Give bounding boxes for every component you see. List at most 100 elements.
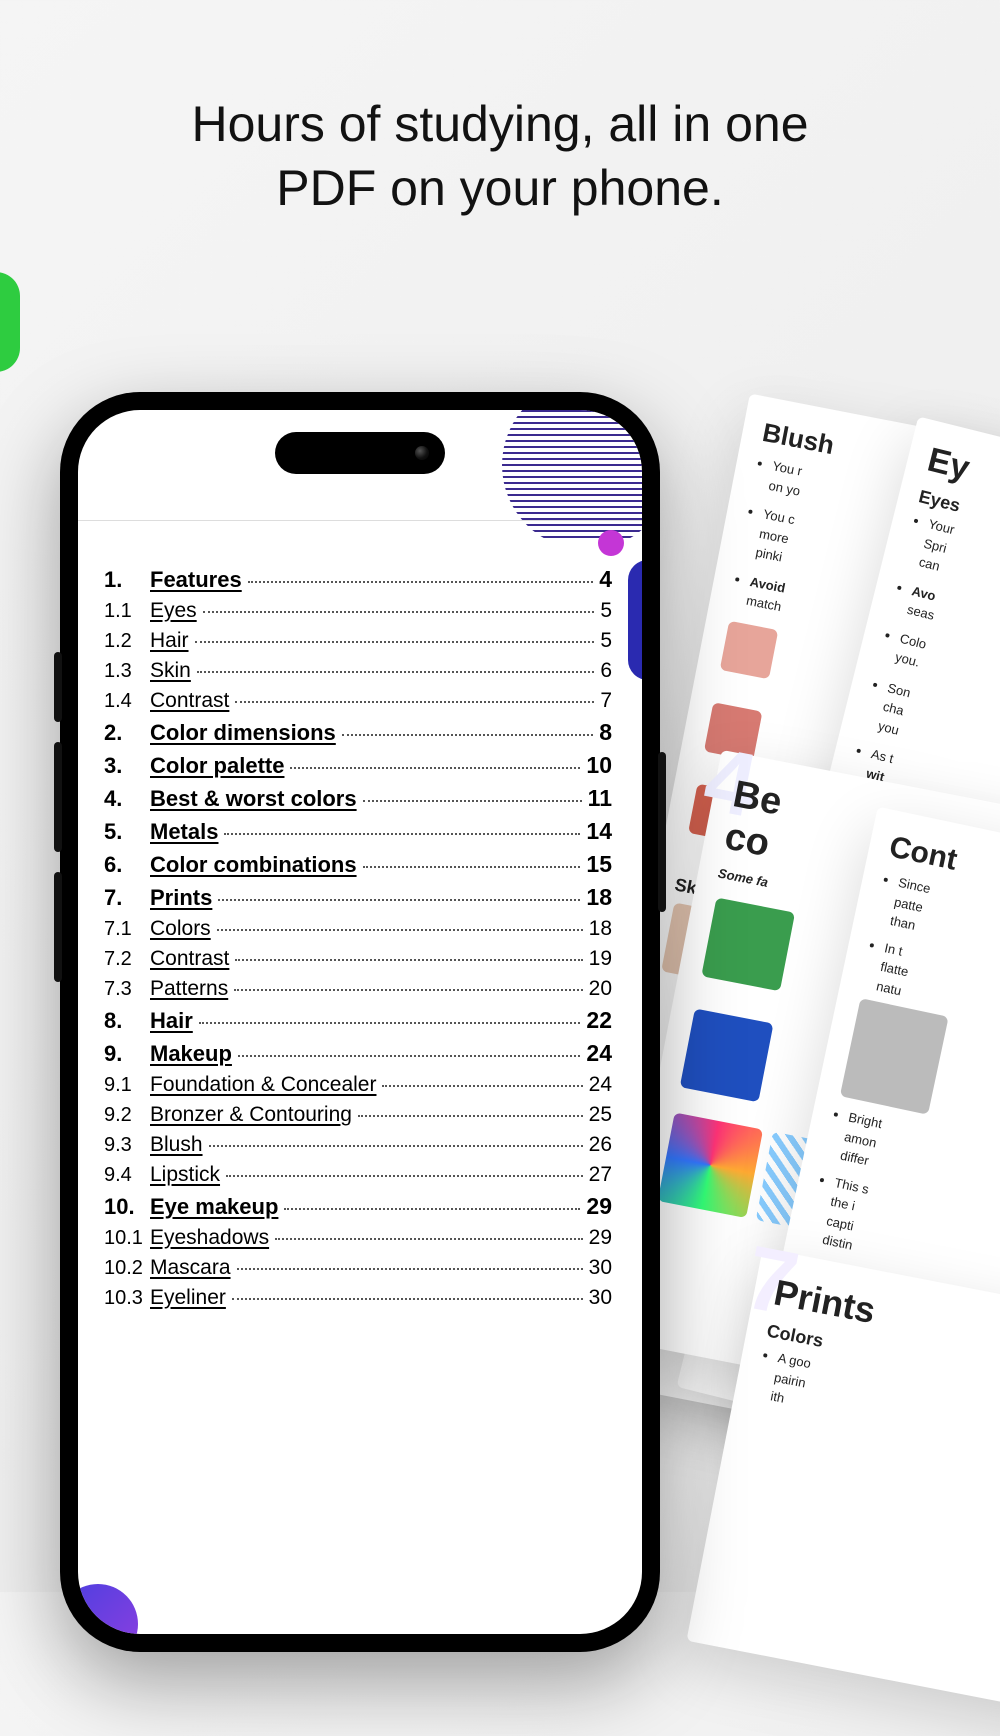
toc-dots [203,611,595,613]
toc-page: 15 [586,851,612,878]
toc-page: 22 [586,1007,612,1034]
decor-dot [598,530,624,556]
toc-label: Color palette [150,753,284,779]
toc-num: 9.1 [104,1074,150,1097]
toc-page: 30 [589,1256,612,1280]
toc-dots [238,1055,580,1057]
toc-row[interactable]: 9.1Foundation & Concealer 24 [104,1073,612,1097]
headline-line2: PDF on your phone. [276,160,724,216]
toc-num: 10.3 [104,1287,150,1310]
toc-num: 10. [104,1194,150,1220]
toc-row[interactable]: 1.Features4 [104,566,612,593]
toc-row[interactable]: 10.Eye makeup 29 [104,1193,612,1220]
toc-dots [235,959,582,961]
toc-num: 9.4 [104,1164,150,1187]
toc-page: 24 [589,1073,612,1097]
toc-label: Color combinations [150,852,357,878]
toc-label: Hair [150,1008,193,1034]
toc-label: Makeup [150,1041,232,1067]
toc-num: 4. [104,786,150,812]
headline-line1: Hours of studying, all in one [191,96,808,152]
green-decor [0,272,20,372]
toc-row[interactable]: 9.3Blush26 [104,1133,612,1157]
toc-num: 2. [104,720,150,746]
toc-label: Eye makeup [150,1194,278,1220]
toc-label: Eyes [150,599,197,623]
toc-row[interactable]: 10.1Eyeshadows29 [104,1226,612,1250]
toc-num: 7.2 [104,948,150,971]
toc-dots [209,1145,583,1147]
toc-row[interactable]: 10.2Mascara30 [104,1256,612,1280]
toc-num: 9.3 [104,1134,150,1157]
toc-row[interactable]: 7.Prints18 [104,884,612,911]
toc-num: 1.4 [104,690,150,713]
toc-label: Colors [150,917,211,941]
toc-page: 25 [589,1103,612,1127]
toc-row[interactable]: 1.2Hair5 [104,629,612,653]
toc-dots [224,833,580,835]
toc-label: Eyeliner [150,1286,226,1310]
toc-dots [358,1115,583,1117]
toc-row[interactable]: 1.3Skin6 [104,659,612,683]
toc-num: 5. [104,819,150,845]
toc-page: 24 [586,1040,612,1067]
toc-page: 5 [600,599,612,623]
toc-dots [234,989,582,991]
toc-row[interactable]: 1.4Contrast7 [104,689,612,713]
toc-page: 11 [588,785,612,812]
toc-num: 1. [104,567,150,593]
toc-row[interactable]: 7.2Contrast19 [104,947,612,971]
toc-num: 7.3 [104,978,150,1001]
toc-page: 20 [589,977,612,1001]
toc-page: 29 [589,1226,612,1250]
toc-num: 9.2 [104,1104,150,1127]
toc-num: 1.1 [104,600,150,623]
toc-row[interactable]: 9.2Bronzer & Contouring25 [104,1103,612,1127]
toc-page: 27 [589,1163,612,1187]
toc-row[interactable]: 7.1Colors18 [104,917,612,941]
decor-blue [628,560,642,680]
toc-row[interactable]: 6.Color combinations 15 [104,851,612,878]
toc-page: 14 [586,818,612,845]
toc-row[interactable]: 1.1Eyes 5 [104,599,612,623]
toc-num: 6. [104,852,150,878]
toc-dots [235,701,594,703]
toc-dots [382,1085,582,1087]
toc-label: Best & worst colors [150,786,357,812]
toc-label: Skin [150,659,191,683]
decor-bottom-left [78,1584,138,1634]
toc-dots [342,734,593,736]
phone-mockup: 1.Features41.1Eyes51.2Hair51.3Skin61.4Co… [60,392,660,1652]
toc-page: 4 [599,566,612,593]
toc-row[interactable]: 8.Hair 22 [104,1007,612,1034]
toc-page: 29 [586,1193,612,1220]
toc-row[interactable]: 7.3Patterns20 [104,977,612,1001]
toc-label: Color dimensions [150,720,336,746]
toc-row[interactable]: 4.Best & worst colors 11 [104,785,612,812]
toc-label: Hair [150,629,189,653]
toc-page: 30 [589,1286,612,1310]
toc-page: 6 [600,659,612,683]
toc-dots [226,1175,583,1177]
toc-row[interactable]: 5.Metals 14 [104,818,612,845]
toc-row[interactable]: 3.Color palette10 [104,752,612,779]
toc-label: Contrast [150,947,229,971]
toc-row[interactable]: 9.Makeup24 [104,1040,612,1067]
toc-label: Blush [150,1133,203,1157]
headline: Hours of studying, all in one PDF on you… [0,92,1000,220]
toc-dots [232,1298,583,1300]
toc-dots [218,899,580,901]
table-of-contents: 1.Features41.1Eyes51.2Hair51.3Skin61.4Co… [104,560,612,1316]
toc-row[interactable]: 9.4Lipstick27 [104,1163,612,1187]
toc-dots [275,1238,583,1240]
toc-num: 8. [104,1008,150,1034]
toc-row[interactable]: 10.3Eyeliner 30 [104,1286,612,1310]
toc-label: Prints [150,885,212,911]
toc-dots [363,800,582,802]
toc-page: 18 [586,884,612,911]
toc-num: 10.2 [104,1257,150,1280]
toc-label: Foundation & Concealer [150,1073,376,1097]
toc-label: Metals [150,819,218,845]
toc-row[interactable]: 2.Color dimensions8 [104,719,612,746]
toc-dots [197,671,594,673]
